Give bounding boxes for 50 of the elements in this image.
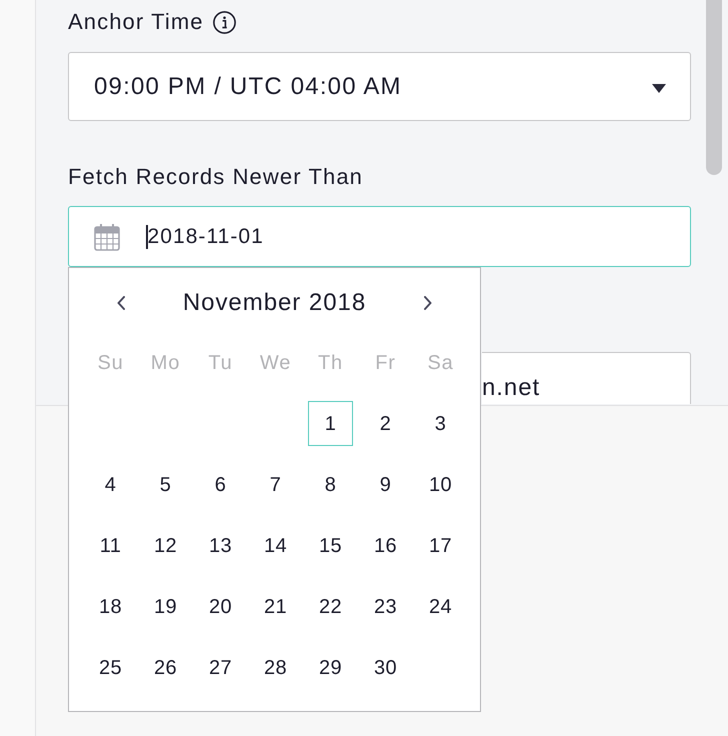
day-cell[interactable]: 13	[208, 534, 232, 558]
day-cell[interactable]: 8	[324, 472, 336, 496]
day-cell[interactable]: 23	[374, 594, 398, 618]
info-icon[interactable]	[212, 10, 236, 34]
field-label: Anchor Time	[68, 9, 204, 35]
field-label: Fetch Records Newer Than	[68, 164, 363, 190]
day-cell[interactable]: 21	[264, 594, 288, 618]
time-select[interactable]: 09:00 PM / UTC 04:00 AM	[68, 52, 691, 121]
caret-down-icon	[652, 84, 666, 92]
weekday-label: Mo	[150, 351, 180, 375]
day-cell[interactable]: 3	[434, 412, 446, 436]
day-cell[interactable]: 12	[154, 534, 178, 558]
date-input[interactable]: 2018-11-01	[68, 206, 691, 267]
day-cell[interactable]: 6	[214, 472, 226, 496]
chevron-left-icon[interactable]	[117, 296, 125, 310]
month-title: November 2018	[182, 288, 366, 318]
day-cell[interactable]: 2	[380, 412, 392, 436]
weekday-label: Th	[318, 351, 343, 375]
day-cell[interactable]: 7	[270, 472, 282, 496]
day-cell[interactable]: 10	[428, 472, 452, 496]
day-cell[interactable]: 15	[318, 534, 342, 558]
weekday-label: Tu	[208, 351, 233, 375]
day-cell[interactable]: 18	[98, 594, 122, 618]
calendar-icon	[94, 222, 120, 250]
weekday-label: Sa	[427, 351, 454, 375]
day-cell[interactable]: 28	[264, 656, 288, 680]
day-cell[interactable]: 9	[380, 472, 392, 496]
weekday-label: Su	[97, 351, 124, 375]
day-cell[interactable]: 14	[264, 534, 288, 558]
day-cell[interactable]: 29	[318, 656, 342, 680]
day-cell[interactable]: 19	[154, 594, 178, 618]
day-cell[interactable]: 25	[98, 656, 122, 680]
day-cell[interactable]: 11	[100, 534, 122, 558]
weekday-label: We	[260, 351, 292, 375]
day-cell[interactable]: 26	[154, 656, 178, 680]
day-cell[interactable]: 16	[374, 534, 398, 558]
day-cell[interactable]: 22	[318, 594, 342, 618]
day-cell[interactable]: 5	[160, 472, 172, 496]
day-cell[interactable]: 30	[374, 656, 398, 680]
scrollbar-thumb[interactable]	[706, 0, 722, 175]
weekday-label: Fr	[375, 351, 396, 375]
chevron-right-icon[interactable]	[424, 296, 432, 310]
day-cell[interactable]: 1	[308, 401, 353, 446]
day-cell[interactable]: 17	[428, 534, 452, 558]
day-cell[interactable]: 24	[428, 594, 452, 618]
text-input[interactable]: n.net	[482, 352, 691, 404]
day-cell[interactable]: 4	[104, 472, 116, 496]
day-cell[interactable]: 27	[208, 656, 232, 680]
text-cursor	[146, 224, 148, 248]
day-cell[interactable]: 20	[208, 594, 232, 618]
